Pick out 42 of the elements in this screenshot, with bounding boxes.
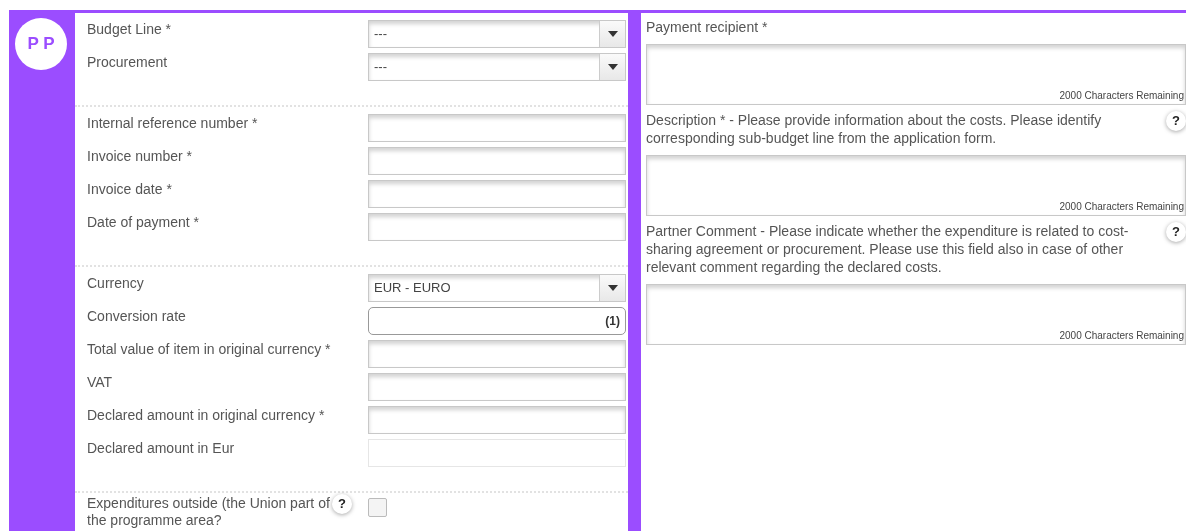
caret-icon <box>607 285 618 291</box>
input-field[interactable] <box>368 213 626 241</box>
help-icon[interactable]: ? <box>1166 111 1186 131</box>
character-counter: 2000 Characters Remaining <box>1059 329 1184 343</box>
input-field[interactable] <box>368 180 626 208</box>
input-field[interactable] <box>368 406 626 434</box>
field-label: Procurement <box>87 53 169 71</box>
text-area[interactable]: 2000 Characters Remaining <box>646 284 1186 345</box>
field-label: Conversion rate <box>87 307 187 325</box>
field-label: Declared amount in Eur <box>87 439 236 457</box>
field-label: Internal reference number * <box>87 114 259 132</box>
checkbox[interactable] <box>368 498 387 517</box>
dropdown[interactable]: --- <box>368 20 626 48</box>
input-field[interactable] <box>368 340 626 368</box>
avatar: P P <box>15 18 67 70</box>
field-label: Currency <box>87 274 145 292</box>
help-icon[interactable]: ? <box>1166 222 1186 242</box>
dropdown[interactable]: --- <box>368 53 626 81</box>
field-label: Payment recipient * <box>646 18 769 36</box>
character-counter: 2000 Characters Remaining <box>1059 89 1184 103</box>
field-label: Invoice date * <box>87 180 173 198</box>
field-label: Date of payment * <box>87 213 201 231</box>
field-label: Budget Line * <box>87 20 173 38</box>
character-counter: 2000 Characters Remaining <box>1059 200 1184 214</box>
field-label: Total value of item in original currency * <box>87 340 332 358</box>
input-field[interactable] <box>368 373 626 401</box>
caret-icon <box>607 64 618 70</box>
input-field[interactable] <box>368 147 626 175</box>
input-field[interactable] <box>368 114 626 142</box>
rate-suffix: (1) <box>605 313 620 330</box>
dropdown[interactable]: EUR - EURO <box>368 274 626 302</box>
input-field[interactable]: (1) <box>368 307 626 335</box>
text-area[interactable]: 2000 Characters Remaining <box>646 155 1186 216</box>
field-label: Declared amount in original currency * <box>87 406 326 424</box>
field-label: Partner Comment - Please indicate whether the expenditure is related to cost-sharing agreement or procurement. Please use this field also in case of other relevant comment regarding the declared costs. <box>646 222 1130 276</box>
field-label: Description * - Please provide information about the costs. Please identify corresponding sub-budget line from the application form. <box>646 111 1103 147</box>
help-icon[interactable]: ? <box>332 494 352 514</box>
field-label: Expenditures outside (the Union part of the programme area? <box>87 494 331 529</box>
field-label: VAT <box>87 373 114 391</box>
field-label: Invoice number * <box>87 147 194 165</box>
text-area[interactable]: 2000 Characters Remaining <box>646 44 1186 105</box>
caret-icon <box>607 31 618 37</box>
